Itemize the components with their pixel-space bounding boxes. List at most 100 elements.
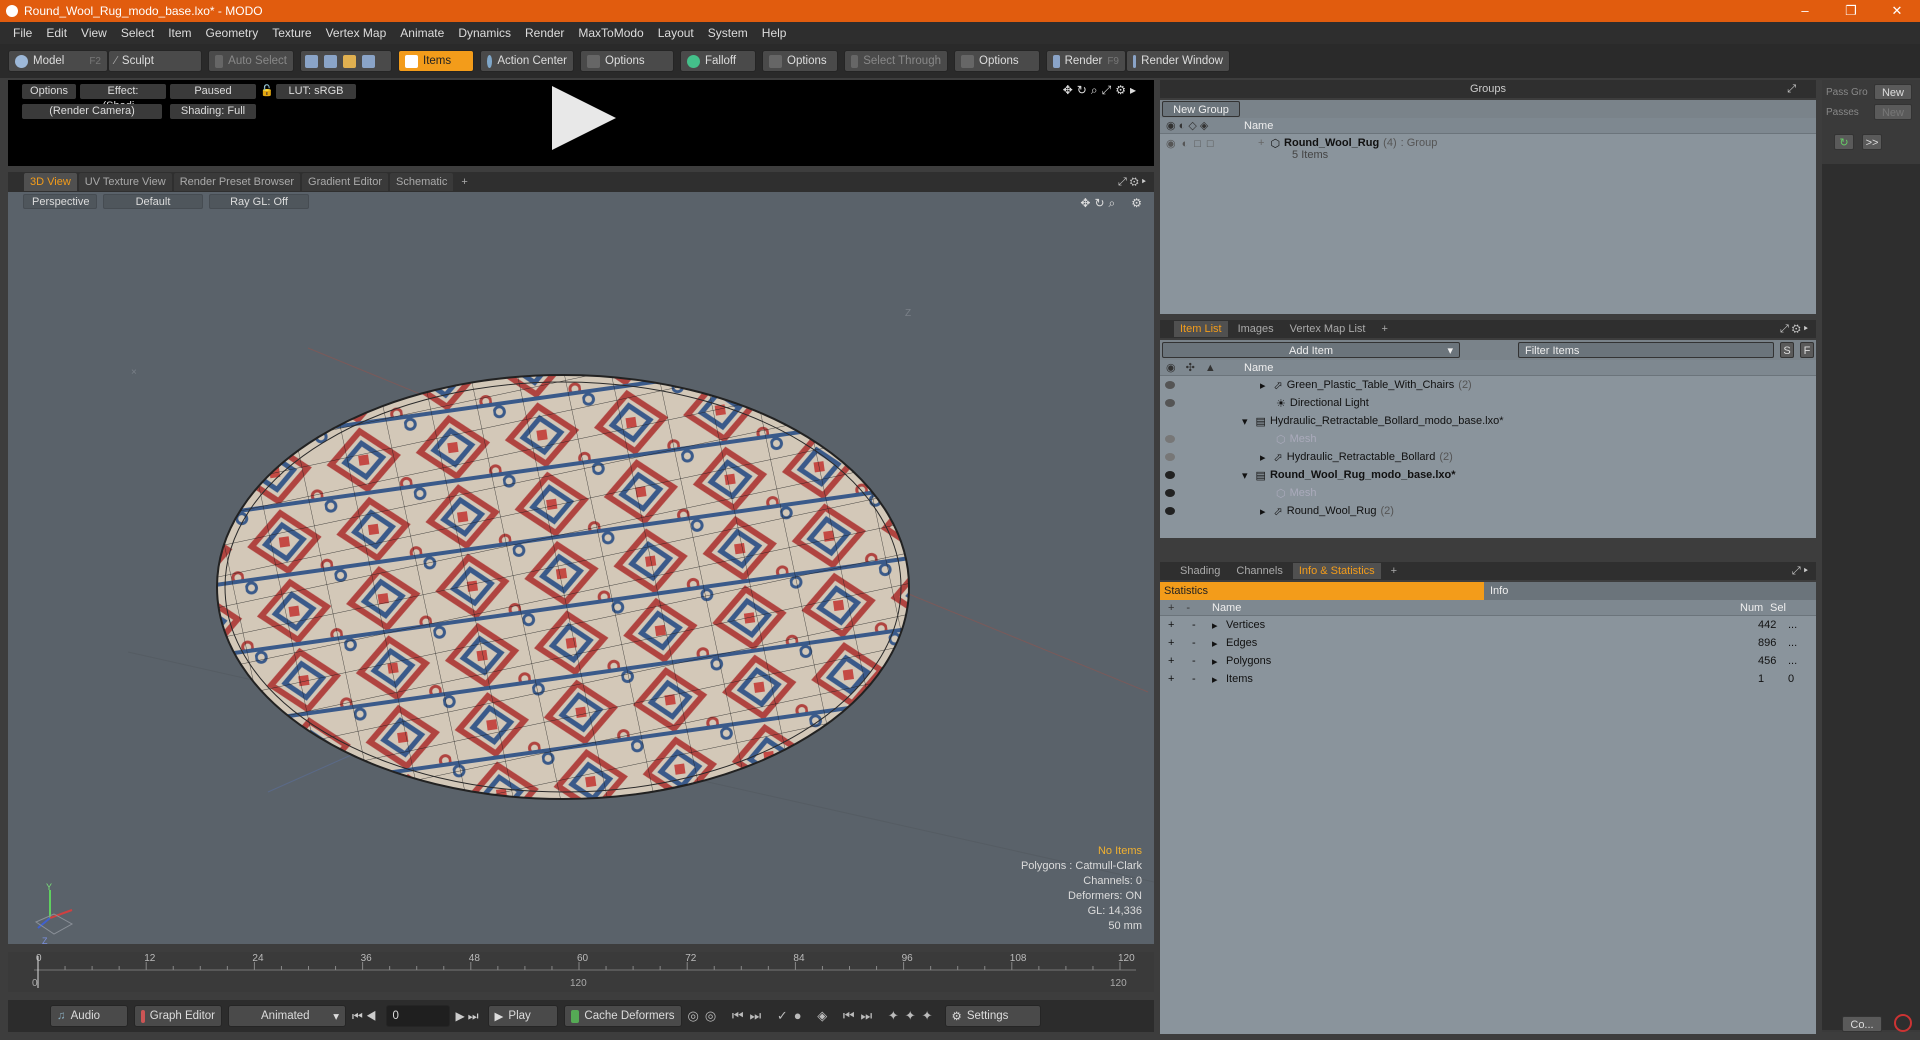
rotate-icon[interactable]: ↻ <box>1094 196 1104 211</box>
edges-mode-icon[interactable] <box>324 54 337 68</box>
shading-style-dropdown[interactable]: Default <box>103 194 203 209</box>
preview-effect-dropdown[interactable]: Effect: (Shadi... <box>80 84 166 112</box>
tab-render-preset-browser[interactable]: Render Preset Browser <box>173 173 301 191</box>
menu-dynamics[interactable]: Dynamics <box>451 26 518 40</box>
falloff-button[interactable]: Falloff <box>680 50 756 72</box>
materials-mode-icon[interactable] <box>362 54 375 68</box>
item-row[interactable]: ▸ ⬀ Hydraulic_Retractable_Bollard (2) <box>1160 448 1816 466</box>
render-window-button[interactable]: Render Window <box>1126 50 1230 72</box>
auto-select-button[interactable]: Auto Select <box>208 50 294 72</box>
stats-row-items[interactable]: + - ▸ Items 1 0 <box>1160 670 1816 688</box>
tab-vertex-map-list[interactable]: Vertex Map List <box>1284 321 1372 337</box>
pan-icon[interactable]: ✥ <box>1080 196 1090 211</box>
item-row[interactable]: ▸ ⬀ Round_Wool_Rug (2) <box>1160 502 1816 520</box>
expand-arrow-icon[interactable]: ▸ <box>1260 451 1266 464</box>
raygl-toggle[interactable]: Ray GL: Off <box>209 194 309 209</box>
audio-button[interactable]: ♫ Audio <box>50 1005 128 1027</box>
tab-shading[interactable]: Shading <box>1174 563 1226 579</box>
expand-arrow-icon[interactable]: ▸ <box>1212 619 1226 632</box>
tab-item-list[interactable]: Item List <box>1174 321 1228 337</box>
add-tab-button[interactable]: + <box>1385 563 1403 579</box>
gear-icon[interactable]: ⚙ <box>1115 83 1126 98</box>
falloff-options-button[interactable]: Options <box>762 50 838 72</box>
add-tab-button[interactable]: + <box>455 173 473 191</box>
add-tab-button[interactable]: + <box>1375 321 1393 337</box>
animated-dropdown[interactable]: Animated ▾ <box>228 1005 346 1027</box>
item-row[interactable]: ⬡ Mesh <box>1160 430 1816 448</box>
action-center-options-button[interactable]: Options <box>580 50 674 72</box>
settings-button[interactable]: ⚙ Settings <box>944 1005 1041 1027</box>
play-button[interactable]: ▶ Play <box>487 1005 558 1027</box>
expand-arrow-icon[interactable]: ▸ <box>1260 379 1266 392</box>
expand-icon[interactable]: ⤢ <box>1102 83 1112 98</box>
preview-camera-dropdown[interactable]: (Render Camera) <box>22 104 162 119</box>
frame-input[interactable]: 0 <box>385 1005 450 1027</box>
pan-icon[interactable]: ✥ <box>1063 83 1073 98</box>
collapse-arrow-icon[interactable]: ▾ <box>1242 469 1248 482</box>
s-filter-button[interactable]: S <box>1780 342 1794 358</box>
menu-item[interactable]: Item <box>161 26 198 40</box>
expand-arrow-icon[interactable]: ▸ <box>1212 655 1226 668</box>
viewport-panel-icons[interactable]: ⤢ ⚙ ▸ <box>1118 176 1146 189</box>
preview-paused-button[interactable]: Paused <box>170 84 256 99</box>
item-row[interactable]: ▾ ▤ Hydraulic_Retractable_Bollard_modo_bas… <box>1160 412 1816 430</box>
info-tab[interactable]: Info <box>1484 582 1816 600</box>
collapse-arrow-icon[interactable]: ▾ <box>1242 415 1248 428</box>
rotate-icon[interactable]: ↻ <box>1077 83 1087 98</box>
menu-maxtomodo[interactable]: MaxToModo <box>571 26 650 40</box>
new-group-button[interactable]: New Group <box>1162 101 1240 117</box>
group-row-toggles[interactable]: ◉◐□□ <box>1160 137 1244 150</box>
new-pass-button[interactable]: New <box>1874 104 1912 120</box>
add-icon[interactable]: + <box>1160 673 1192 685</box>
expand-arrow-icon[interactable]: ▸ <box>1260 505 1266 518</box>
lock-icon[interactable]: 🔓 <box>260 84 274 99</box>
menu-select[interactable]: Select <box>114 26 161 40</box>
items-mode-button[interactable]: Items <box>398 50 474 72</box>
key-tools-icons[interactable]: ◎◎ ⏮⏭ ✓● ◈ ⏮⏭ ✦✦✦ <box>688 1008 939 1024</box>
perspective-dropdown[interactable]: Perspective <box>23 194 97 209</box>
remove-icon[interactable]: - <box>1192 673 1212 685</box>
preview-lut-dropdown[interactable]: LUT: sRGB <box>276 84 356 99</box>
tab-3d-view[interactable]: 3D View <box>24 173 77 191</box>
filter-items-input[interactable]: Filter Items <box>1518 342 1774 358</box>
zoom-icon[interactable]: ⌕ <box>1109 196 1116 211</box>
cache-deformers-button[interactable]: Cache Deformers <box>563 1005 682 1027</box>
remove-icon[interactable]: - <box>1192 637 1212 649</box>
record-icon[interactable] <box>1894 1014 1912 1032</box>
statistics-tab[interactable]: Statistics <box>1160 582 1484 600</box>
expand-icon[interactable]: ⤢ <box>1787 83 1796 96</box>
action-center-button[interactable]: Action Center <box>480 50 574 72</box>
stats-row-edges[interactable]: + - ▸ Edges 896... <box>1160 634 1816 652</box>
preview-shading-dropdown[interactable]: Shading: Full <box>170 104 256 119</box>
stats-row-vertices[interactable]: + - ▸ Vertices 442... <box>1160 616 1816 634</box>
select-through-button[interactable]: Select Through <box>844 50 948 72</box>
menu-view[interactable]: View <box>74 26 114 40</box>
gear-icon[interactable]: ⚙ <box>1131 196 1142 211</box>
menu-system[interactable]: System <box>701 26 755 40</box>
co-button[interactable]: Co... <box>1842 1016 1882 1032</box>
tab-gradient-editor[interactable]: Gradient Editor <box>302 173 388 191</box>
refresh-icon[interactable]: ↻ <box>1834 134 1854 150</box>
stats-row-polygons[interactable]: + - ▸ Polygons 456... <box>1160 652 1816 670</box>
sculpt-mode-button[interactable]: ∕ Sculpt <box>108 50 202 72</box>
menu-vertex-map[interactable]: Vertex Map <box>319 26 394 40</box>
tab-info-statistics[interactable]: Info & Statistics <box>1292 563 1381 579</box>
add-item-dropdown[interactable]: Add Item ▾ <box>1162 342 1460 358</box>
add-icon[interactable]: + <box>1160 655 1192 667</box>
expand-arrow-icon[interactable]: ▸ <box>1212 637 1226 650</box>
graph-editor-button[interactable]: Graph Editor <box>134 1005 222 1027</box>
maximize-button[interactable]: ❐ <box>1828 0 1874 22</box>
render-button[interactable]: Render F9 <box>1046 50 1126 72</box>
menu-help[interactable]: Help <box>755 26 794 40</box>
remove-icon[interactable]: - <box>1192 655 1212 667</box>
remove-icon[interactable]: - <box>1192 619 1212 631</box>
tab-channels[interactable]: Channels <box>1230 563 1288 579</box>
menu-texture[interactable]: Texture <box>265 26 318 40</box>
skip-back-icons[interactable]: ⏮◀ <box>352 1009 380 1024</box>
forward-button[interactable]: >> <box>1862 134 1882 150</box>
zoom-icon[interactable]: ⌕ <box>1091 83 1098 98</box>
polygons-mode-icon[interactable] <box>343 54 356 68</box>
tab-uv-texture-view[interactable]: UV Texture View <box>78 173 172 191</box>
item-row[interactable]: ☀ Directional Light <box>1160 394 1816 412</box>
f-filter-button[interactable]: F <box>1800 342 1814 358</box>
